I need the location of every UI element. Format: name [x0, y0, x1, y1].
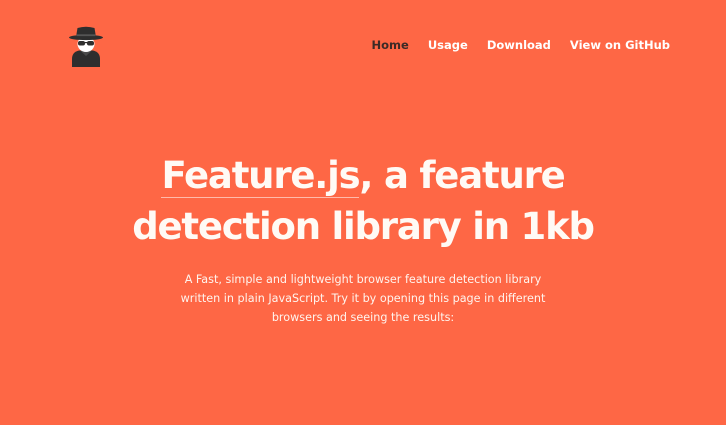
title-text-line2: detection library in 1kb [132, 205, 595, 248]
nav-link-usage[interactable]: Usage [428, 38, 468, 52]
spy-logo-icon[interactable] [66, 25, 106, 67]
nav-link-download[interactable]: Download [487, 38, 551, 52]
main-nav: Home Usage Download View on GitHub [372, 38, 670, 52]
nav-link-home[interactable]: Home [372, 38, 409, 52]
page-title: Feature.js, a feature detection library i… [0, 150, 726, 252]
title-text-line1: , a feature [359, 154, 565, 197]
nav-link-github[interactable]: View on GitHub [570, 38, 670, 52]
hero-description: A Fast, simple and lightweight browser f… [180, 273, 546, 324]
hero-section: Feature.js, a feature detection library i… [0, 150, 726, 327]
title-link[interactable]: Feature.js [161, 154, 361, 198]
